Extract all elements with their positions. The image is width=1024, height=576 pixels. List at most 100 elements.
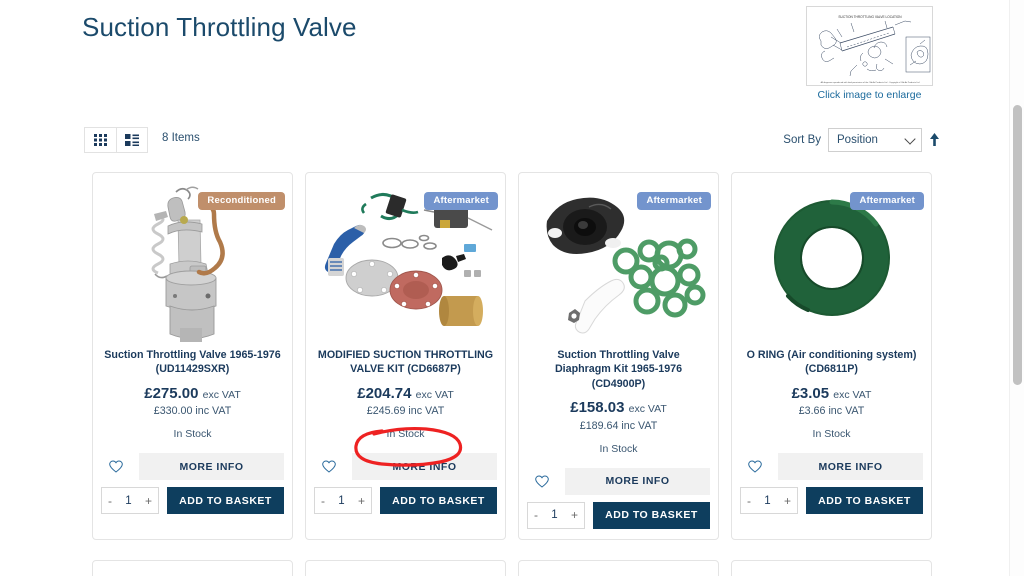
product-actions: MORE INFO - 1 + ADD TO BASKET — [93, 453, 292, 515]
inc-vat-label: inc VAT — [195, 405, 232, 418]
product-grid-next-row — [92, 560, 932, 576]
cart-row: - 1 + ADD TO BASKET — [101, 487, 284, 515]
price-inc-vat: £3.66 inc VAT — [742, 405, 921, 417]
cart-row: - 1 + ADD TO BASKET — [740, 487, 923, 515]
product-badge: Reconditioned — [198, 192, 285, 210]
price-inc-value: £3.66 — [798, 405, 826, 418]
grid-view-icon — [93, 134, 107, 146]
product-actions: MORE INFO - 1 + ADD TO BASKET — [519, 467, 718, 529]
page-scrollbar[interactable] — [1009, 0, 1024, 576]
price-inc-value: £189.64 — [579, 419, 619, 432]
more-info-button[interactable]: MORE INFO — [352, 453, 497, 481]
grid-view-button[interactable] — [85, 128, 116, 152]
sort-select-value: Position — [837, 134, 878, 146]
product-info: Suction Throttling Valve 1965-1976 (UD11… — [93, 348, 292, 440]
product-info: O RING (Air conditioning system) (CD6811… — [732, 348, 931, 440]
view-mode-toggle — [84, 127, 148, 153]
exc-vat-label: exc VAT — [628, 403, 667, 416]
quantity-increase-button[interactable]: + — [784, 495, 791, 507]
svg-text:All diagrams reproduced with k: All diagrams reproduced with kind permis… — [821, 81, 921, 84]
chevron-down-icon — [904, 133, 916, 145]
quantity-decrease-button[interactable]: - — [534, 509, 538, 521]
add-to-basket-button[interactable]: ADD TO BASKET — [593, 501, 710, 529]
quantity-value[interactable]: 1 — [338, 495, 344, 507]
quantity-stepper[interactable]: - 1 + — [740, 487, 798, 515]
quantity-stepper[interactable]: - 1 + — [314, 487, 372, 515]
price-exc-value: £275.00 — [144, 384, 199, 402]
price-inc-vat: £245.69 inc VAT — [316, 405, 495, 417]
product-card[interactable]: Reconditioned Suction Throttling Valve 1… — [92, 172, 293, 540]
quantity-decrease-button[interactable]: - — [321, 495, 325, 507]
quantity-decrease-button[interactable]: - — [747, 495, 751, 507]
info-row: MORE INFO — [740, 453, 923, 481]
exc-vat-label: exc VAT — [833, 388, 872, 401]
list-view-button[interactable] — [116, 128, 147, 152]
stock-status: In Stock — [599, 442, 638, 455]
enlarge-image-link[interactable]: Click image to enlarge — [806, 89, 933, 101]
exc-vat-label: exc VAT — [415, 388, 454, 401]
add-to-basket-button[interactable]: ADD TO BASKET — [806, 487, 923, 515]
product-card[interactable]: Aftermarket O RING (Air conditioning sys… — [731, 172, 932, 540]
product-badge: Aftermarket — [424, 192, 498, 210]
quantity-value[interactable]: 1 — [125, 495, 131, 507]
product-card[interactable] — [518, 560, 719, 576]
sort-select[interactable]: Position — [828, 128, 922, 152]
wishlist-button[interactable] — [740, 454, 770, 480]
cart-row: - 1 + ADD TO BASKET — [314, 487, 497, 515]
product-actions: MORE INFO - 1 + ADD TO BASKET — [306, 453, 505, 515]
product-info: Suction Throttling Valve Diaphragm Kit 1… — [519, 348, 718, 455]
product-title[interactable]: MODIFIED SUCTION THROTTLING VALVE KIT (C… — [316, 348, 495, 377]
price-exc-vat: £204.74 exc VAT — [316, 385, 495, 403]
product-card[interactable] — [92, 560, 293, 576]
wishlist-button[interactable] — [101, 454, 131, 480]
product-grid: Reconditioned Suction Throttling Valve 1… — [92, 172, 932, 540]
quantity-increase-button[interactable]: + — [571, 509, 578, 521]
product-title[interactable]: Suction Throttling Valve Diaphragm Kit 1… — [529, 348, 708, 391]
quantity-stepper[interactable]: - 1 + — [527, 501, 585, 529]
sort-by-label: Sort By — [783, 134, 821, 146]
heart-icon — [535, 475, 549, 488]
quantity-decrease-button[interactable]: - — [108, 495, 112, 507]
more-info-button[interactable]: MORE INFO — [139, 453, 284, 481]
stock-status: In Stock — [386, 428, 425, 441]
product-card[interactable]: Aftermarket MODIFIED SUCTION THROTTLING … — [305, 172, 506, 540]
quantity-increase-button[interactable]: + — [358, 495, 365, 507]
wishlist-button[interactable] — [527, 468, 557, 494]
product-title[interactable]: Suction Throttling Valve 1965-1976 (UD11… — [103, 348, 282, 377]
heart-icon — [109, 460, 123, 474]
scrollbar-thumb[interactable] — [1013, 105, 1022, 385]
price-inc-vat: £189.64 inc VAT — [529, 420, 708, 432]
wishlist-button[interactable] — [314, 454, 344, 480]
quantity-value[interactable]: 1 — [551, 509, 557, 521]
add-to-basket-button[interactable]: ADD TO BASKET — [380, 487, 497, 515]
heart-icon — [322, 460, 336, 474]
sort-direction-button[interactable] — [929, 132, 940, 148]
page-title: Suction Throttling Valve — [82, 12, 357, 42]
more-info-button[interactable]: MORE INFO — [565, 467, 710, 495]
info-row: MORE INFO — [314, 453, 497, 481]
price-inc-value: £245.69 — [366, 405, 406, 418]
diagram-thumbnail-block: SUCTION THROTTLING VALVE LOCATION All di… — [806, 6, 933, 101]
product-card[interactable] — [731, 560, 932, 576]
stock-status: In Stock — [173, 428, 212, 441]
technical-diagram-icon: SUCTION THROTTLING VALVE LOCATION All di… — [807, 7, 932, 85]
quantity-value[interactable]: 1 — [764, 495, 770, 507]
add-to-basket-button[interactable]: ADD TO BASKET — [167, 487, 284, 515]
inc-vat-label: inc VAT — [828, 405, 865, 418]
price-exc-vat: £3.05 exc VAT — [742, 385, 921, 403]
product-card[interactable] — [305, 560, 506, 576]
price-inc-vat: £330.00 inc VAT — [103, 405, 282, 417]
product-title[interactable]: O RING (Air conditioning system) (CD6811… — [742, 348, 921, 377]
quantity-stepper[interactable]: - 1 + — [101, 487, 159, 515]
price-exc-value: £158.03 — [570, 399, 625, 417]
listing-toolbar: 8 Items Sort By Position — [84, 127, 940, 153]
diagram-thumbnail[interactable]: SUCTION THROTTLING VALVE LOCATION All di… — [806, 6, 933, 86]
list-view-icon — [125, 134, 139, 146]
quantity-increase-button[interactable]: + — [145, 495, 152, 507]
product-card[interactable]: Aftermarket Suction Throttling Valve Dia… — [518, 172, 719, 540]
inc-vat-label: inc VAT — [621, 419, 658, 432]
exc-vat-label: exc VAT — [202, 388, 241, 401]
more-info-button[interactable]: MORE INFO — [778, 453, 923, 481]
cart-row: - 1 + ADD TO BASKET — [527, 501, 710, 529]
inc-vat-label: inc VAT — [408, 405, 445, 418]
